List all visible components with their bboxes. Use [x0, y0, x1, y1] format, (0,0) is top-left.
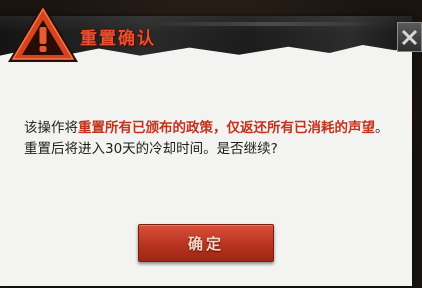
close-button[interactable]	[397, 22, 422, 52]
confirm-button-label: 确定	[187, 234, 224, 253]
header-brush-streak	[150, 22, 380, 26]
warning-icon	[4, 0, 82, 66]
dialog-message: 该操作将重置所有已颁布的政策，仅返还所有已消耗的声望。重置后将进入30天的冷却时…	[24, 118, 396, 160]
game-screen: 重置确认 该操作将重置所有已颁布的政策，仅返还所有已消耗的声望。重置后将进入30…	[0, 0, 422, 288]
dialog-title: 重置确认	[80, 29, 156, 49]
message-highlight: 重置所有已颁布的政策，仅返还所有已消耗的声望	[78, 120, 375, 136]
message-prefix: 该操作将	[24, 120, 78, 136]
confirm-button[interactable]: 确定	[138, 224, 274, 262]
close-icon	[401, 29, 418, 45]
